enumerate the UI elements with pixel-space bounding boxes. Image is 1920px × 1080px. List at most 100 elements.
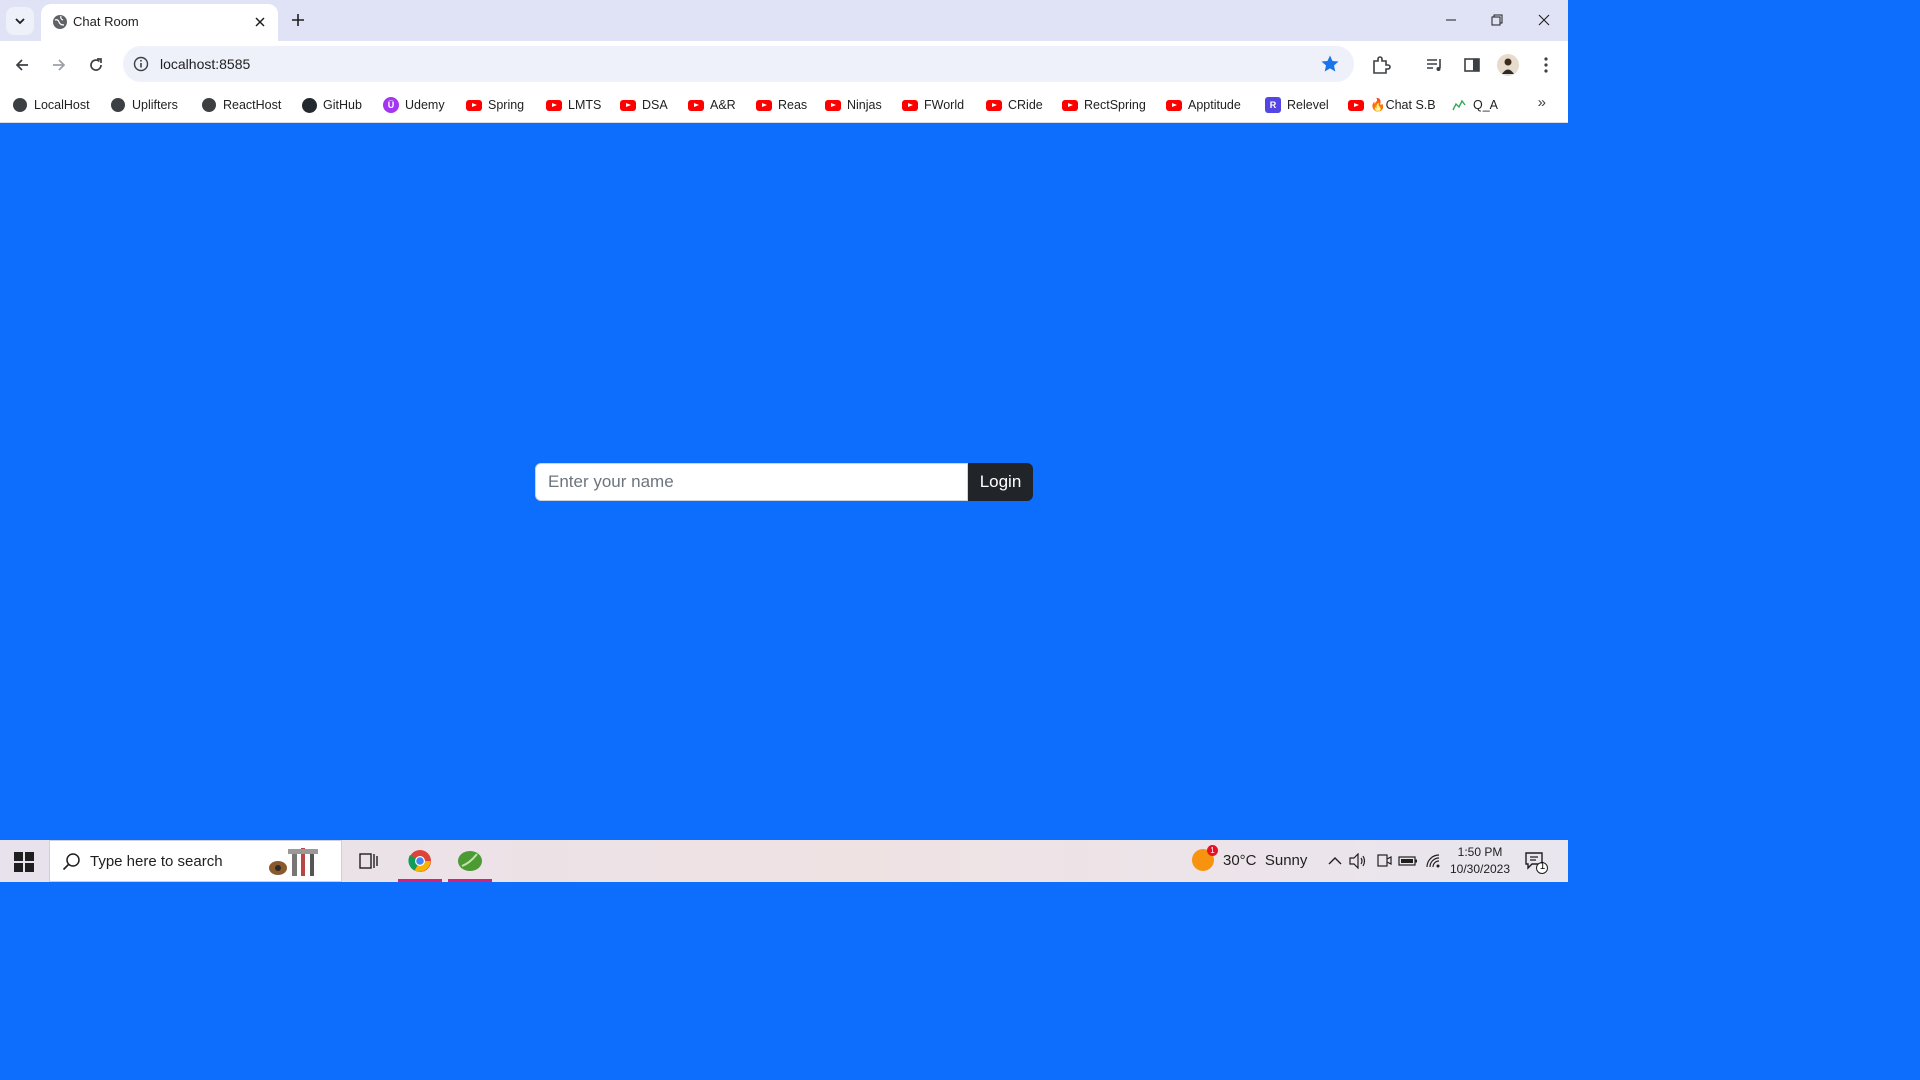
relevel-icon: R [1265, 97, 1281, 113]
chevron-up-icon [1328, 857, 1342, 865]
taskbar-search-box[interactable]: Type here to search [49, 840, 342, 882]
restore-button[interactable] [1483, 8, 1511, 32]
bookmark-relevel[interactable]: R Relevel [1265, 94, 1329, 116]
bookmark-chat-sb[interactable]: 🔥Chat S.B [1348, 94, 1436, 116]
bookmark-cride[interactable]: CRide [986, 94, 1043, 116]
globe-icon [53, 15, 67, 29]
spring-tool-taskbar-button[interactable] [446, 840, 494, 882]
side-panel-button[interactable] [1461, 54, 1483, 76]
chevron-down-icon [15, 18, 25, 25]
network-button[interactable] [1424, 851, 1444, 871]
double-chevron-right-icon: » [1537, 94, 1546, 111]
active-indicator [448, 879, 492, 882]
youtube-icon [1348, 97, 1364, 113]
windows-taskbar: Type here to search 1 30°C Sunny 1:50 PM… [0, 840, 1568, 882]
minimize-button[interactable] [1437, 8, 1465, 32]
media-control-button[interactable] [1424, 54, 1446, 76]
login-button[interactable]: Login [968, 463, 1033, 501]
bookmark-fworld[interactable]: FWorld [902, 94, 964, 116]
youtube-icon [466, 97, 482, 113]
bookmark-ninjas[interactable]: Ninjas [825, 94, 882, 116]
chart-icon [1451, 97, 1467, 113]
side-panel-icon [1464, 58, 1480, 72]
puzzle-icon [1373, 56, 1391, 74]
task-view-button[interactable] [344, 840, 392, 882]
taskbar-search-placeholder: Type here to search [90, 853, 223, 870]
bookmark-apptitude[interactable]: Apptitude [1166, 94, 1241, 116]
chrome-taskbar-button[interactable] [396, 840, 444, 882]
clock-time: 1:50 PM [1457, 845, 1503, 859]
sun-icon: 1 [1192, 845, 1218, 871]
plus-icon [292, 14, 304, 26]
taskbar-clock[interactable]: 1:50 PM 10/30/2023 [1442, 844, 1518, 878]
kebab-menu-icon [1544, 57, 1548, 73]
more-bookmarks-button[interactable]: » [1538, 94, 1546, 111]
globe-icon [12, 97, 28, 113]
wifi-icon [1426, 854, 1440, 868]
meet-now-button[interactable] [1374, 851, 1394, 871]
forward-button[interactable] [45, 51, 73, 79]
youtube-icon [688, 97, 704, 113]
show-hidden-icons-button[interactable] [1325, 851, 1345, 871]
globe-icon [201, 97, 217, 113]
extensions-button[interactable] [1370, 54, 1392, 76]
arrow-right-icon [53, 59, 66, 71]
globe-icon [110, 97, 126, 113]
reload-icon [90, 58, 102, 71]
notification-count: 1 [1539, 861, 1546, 872]
youtube-icon [756, 97, 772, 113]
close-tab-icon[interactable] [250, 12, 270, 32]
name-input[interactable] [535, 463, 968, 501]
reload-button[interactable] [82, 51, 110, 79]
weather-text: 30°C Sunny [1223, 851, 1308, 869]
media-queue-icon [1427, 59, 1441, 71]
volume-button[interactable] [1348, 851, 1368, 871]
close-window-button[interactable] [1530, 8, 1558, 32]
bookmark-spring[interactable]: Spring [466, 94, 524, 116]
chat-room-page: Login [0, 124, 1568, 840]
new-tab-button[interactable] [287, 9, 309, 31]
speaker-icon [1349, 853, 1366, 869]
youtube-icon [546, 97, 562, 113]
search-icon [62, 853, 80, 871]
minimize-icon [1446, 19, 1456, 21]
notification-center-button[interactable]: 1 [1524, 850, 1548, 874]
youtube-icon [620, 97, 636, 113]
bookmark-a-and-r[interactable]: A&R [688, 94, 736, 116]
tab-title: Chat Room [73, 14, 139, 29]
youtube-icon [825, 97, 841, 113]
spring-leaf-icon [458, 851, 482, 871]
back-button[interactable] [8, 51, 36, 79]
bookmark-rectspring[interactable]: RectSpring [1062, 94, 1146, 116]
bookmark-reacthost[interactable]: ReactHost [201, 94, 281, 116]
bookmark-q-a[interactable]: Q_A [1451, 94, 1498, 116]
bookmark-lmts[interactable]: LMTS [546, 94, 601, 116]
task-view-icon [359, 853, 378, 869]
windows-start-icon[interactable] [14, 852, 34, 872]
weather-widget[interactable]: 1 30°C Sunny [1192, 845, 1308, 871]
avatar [1497, 54, 1519, 76]
bookmark-reas[interactable]: Reas [756, 94, 807, 116]
youtube-icon [1062, 97, 1078, 113]
github-icon [301, 97, 317, 113]
clock-date: 10/30/2023 [1449, 862, 1511, 876]
tab-search-button[interactable] [6, 7, 34, 35]
bookmark-udemy[interactable]: Ü Udemy [383, 94, 445, 116]
bookmark-star-icon[interactable] [1320, 54, 1340, 74]
arrow-left-icon [15, 59, 28, 71]
bookmark-dsa[interactable]: DSA [620, 94, 668, 116]
youtube-icon [902, 97, 918, 113]
youtube-icon [1166, 97, 1182, 113]
menu-button[interactable] [1535, 54, 1557, 76]
battery-icon [1398, 856, 1417, 866]
site-info-icon[interactable] [133, 56, 149, 72]
battery-button[interactable] [1398, 851, 1418, 871]
bookmark-localhost[interactable]: LocalHost [12, 94, 90, 116]
bookmark-github[interactable]: GitHub [301, 94, 362, 116]
profile-button[interactable] [1497, 54, 1519, 76]
address-bar[interactable]: localhost:8585 [123, 46, 1354, 82]
tab-chat-room[interactable]: Chat Room [41, 4, 278, 41]
udemy-icon: Ü [383, 97, 399, 113]
weather-badge: 1 [1207, 845, 1218, 856]
bookmark-uplifters[interactable]: Uplifters [110, 94, 178, 116]
